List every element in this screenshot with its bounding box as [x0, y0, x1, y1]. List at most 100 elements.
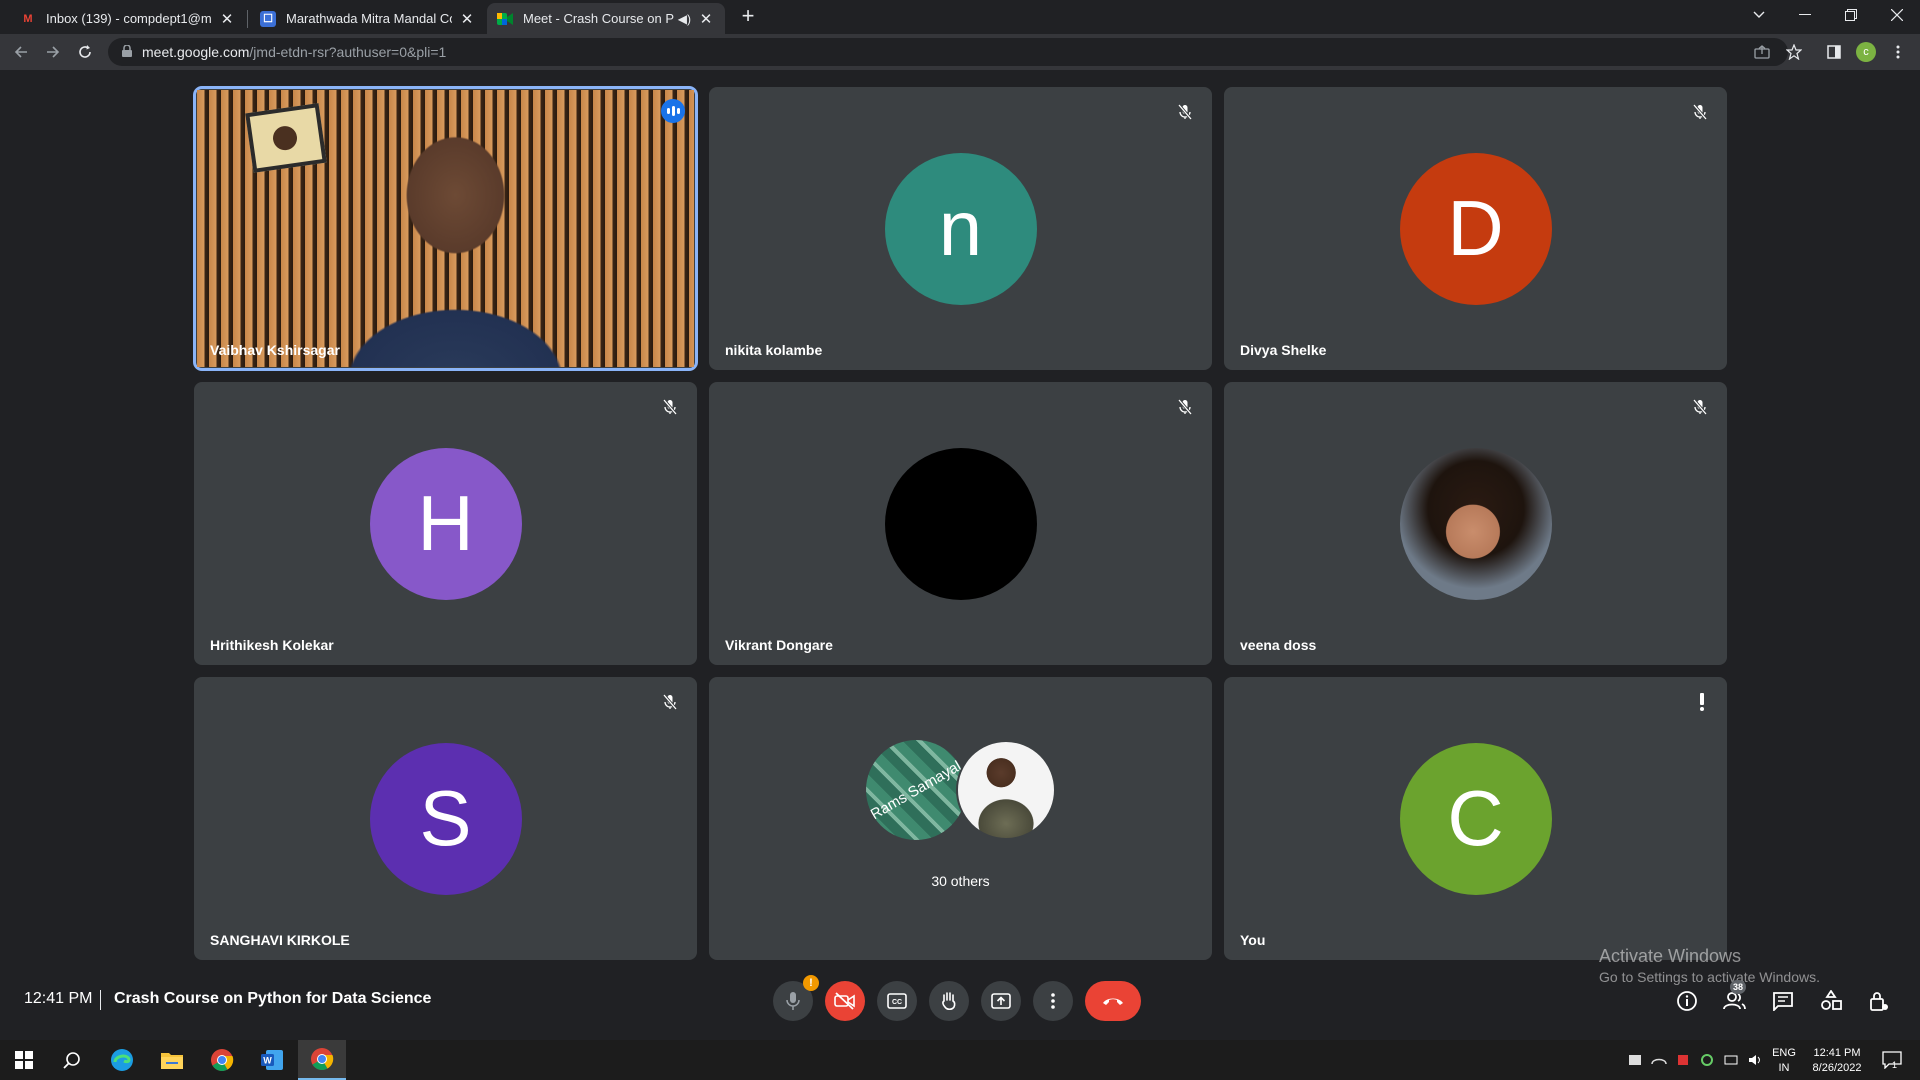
- participant-name: Divya Shelke: [1240, 342, 1327, 358]
- tab-search-icon[interactable]: [1736, 0, 1782, 30]
- language-code: ENG: [1772, 1047, 1796, 1059]
- share-icon[interactable]: [1750, 40, 1774, 64]
- mic-off-icon: [1174, 396, 1196, 418]
- region-code: IN: [1778, 1062, 1790, 1074]
- wall-frame: [245, 103, 327, 173]
- new-tab-button[interactable]: +: [736, 5, 760, 29]
- close-window-button[interactable]: [1874, 0, 1920, 30]
- wifi-icon[interactable]: [1720, 1040, 1742, 1080]
- participant-avatar: n: [884, 152, 1037, 305]
- participant-avatar: S: [369, 742, 522, 895]
- participant-tile[interactable]: n nikita kolambe: [709, 87, 1212, 370]
- speaker-icon[interactable]: ◀): [678, 12, 691, 26]
- close-tab-icon[interactable]: ✕: [697, 10, 715, 28]
- alert-icon[interactable]: [1691, 691, 1713, 713]
- host-controls-button[interactable]: [1864, 986, 1894, 1016]
- tray-app-icon[interactable]: [1624, 1040, 1646, 1080]
- participant-tile[interactable]: D Divya Shelke: [1224, 87, 1727, 370]
- volume-icon[interactable]: [1744, 1040, 1766, 1080]
- system-clock[interactable]: 12:41 PM 8/26/2022: [1802, 1046, 1872, 1076]
- meeting-clock: 12:41 PM: [24, 990, 93, 1007]
- participant-video: [197, 90, 694, 367]
- meet-icon: [497, 11, 513, 27]
- edge-icon[interactable]: [98, 1040, 146, 1080]
- reload-button[interactable]: [73, 40, 97, 64]
- svg-text:CC: CC: [892, 999, 902, 1006]
- meeting-control-bar: 12:41 PM Crash Course on Python for Data…: [0, 970, 1920, 1040]
- forward-button[interactable]: [41, 40, 65, 64]
- tab-title: Marathwada Mitra Mandal Colleg: [286, 11, 452, 26]
- participant-avatar: H: [369, 447, 522, 600]
- speaking-indicator-icon: [661, 99, 685, 123]
- url-bar[interactable]: meet.google.com/jmd-etdn-rsr?authuser=0&…: [108, 38, 1788, 66]
- participant-tile-video[interactable]: Vaibhav Kshirsagar: [193, 86, 698, 371]
- notification-count: 1: [1892, 1060, 1898, 1070]
- participant-avatar: C: [1399, 742, 1552, 895]
- meeting-details-button[interactable]: [1672, 986, 1702, 1016]
- mic-warning-badge: !: [803, 975, 819, 991]
- leave-call-button[interactable]: [1085, 981, 1141, 1021]
- tab-title: Inbox (139) - compdept1@mmcc: [46, 11, 212, 26]
- svg-text:W: W: [263, 1056, 272, 1066]
- chat-button[interactable]: [1768, 986, 1798, 1016]
- participant-name: You: [1240, 932, 1266, 948]
- back-button[interactable]: [9, 40, 33, 64]
- others-thumbnail-1: Rams Samayal: [866, 740, 966, 840]
- url-path: /jmd-etdn-rsr?authuser=0&pli=1: [249, 44, 447, 60]
- participant-name: Hrithikesh Kolekar: [210, 637, 334, 653]
- lock-icon[interactable]: [122, 44, 132, 60]
- profile-avatar[interactable]: c: [1856, 42, 1876, 62]
- tab-gmail-inbox[interactable]: M Inbox (139) - compdept1@mmcc ✕: [10, 3, 246, 34]
- mic-off-icon: [1174, 101, 1196, 123]
- system-time: 12:41 PM: [1813, 1047, 1861, 1059]
- bookmark-star-icon[interactable]: [1782, 40, 1806, 64]
- others-tile[interactable]: Rams Samayal 30 others: [709, 677, 1212, 960]
- participant-name: Vaibhav Kshirsagar: [210, 342, 340, 358]
- start-button[interactable]: [0, 1040, 48, 1080]
- people-button[interactable]: 38: [1720, 980, 1750, 1016]
- camera-off-button[interactable]: [825, 981, 865, 1021]
- mic-off-icon: [659, 691, 681, 713]
- participant-photo-avatar: [1399, 447, 1552, 600]
- close-tab-icon[interactable]: ✕: [458, 10, 476, 28]
- tray-antivirus-icon[interactable]: [1672, 1040, 1694, 1080]
- participant-name: Vikrant Dongare: [725, 637, 833, 653]
- captions-button[interactable]: CC: [877, 981, 917, 1021]
- tab-title: Meet - Crash Course on Pyth: [523, 11, 674, 26]
- participant-tile[interactable]: S SANGHAVI KIRKOLE: [194, 677, 697, 960]
- close-tab-icon[interactable]: ✕: [218, 10, 236, 28]
- side-panel-icon[interactable]: [1822, 40, 1846, 64]
- others-thumbnail-2: [956, 740, 1056, 840]
- notification-center-icon[interactable]: 1: [1872, 1040, 1912, 1080]
- present-screen-button[interactable]: [981, 981, 1021, 1021]
- activities-button[interactable]: [1816, 986, 1846, 1016]
- participant-tile[interactable]: veena doss: [1224, 382, 1727, 665]
- search-icon[interactable]: [48, 1040, 96, 1080]
- watermark-title: Activate Windows: [1599, 946, 1742, 966]
- word-icon[interactable]: W: [248, 1040, 296, 1080]
- participant-name: SANGHAVI KIRKOLE: [210, 932, 350, 948]
- file-explorer-icon[interactable]: [148, 1040, 196, 1080]
- tray-network-drive-icon[interactable]: [1648, 1040, 1670, 1080]
- tab-college-site[interactable]: ☐ Marathwada Mitra Mandal Colleg ✕: [250, 3, 486, 34]
- chrome-active-window-icon[interactable]: [298, 1040, 346, 1080]
- more-options-button[interactable]: [1033, 981, 1073, 1021]
- restore-button[interactable]: [1828, 0, 1874, 30]
- divider: [100, 990, 101, 1010]
- mic-off-icon: [659, 396, 681, 418]
- windows-taskbar: W ENG IN 12:41 PM 8/26/2022 1: [0, 1040, 1920, 1080]
- raise-hand-button[interactable]: [929, 981, 969, 1021]
- chrome-icon[interactable]: [198, 1040, 246, 1080]
- participant-name: nikita kolambe: [725, 342, 823, 358]
- microphone-button[interactable]: !: [773, 975, 819, 1021]
- thumbnail-label: Rams Samayal: [867, 757, 965, 823]
- minimize-button[interactable]: [1782, 0, 1828, 30]
- tray-sync-icon[interactable]: [1696, 1040, 1718, 1080]
- chrome-menu-icon[interactable]: [1886, 40, 1910, 64]
- tab-google-meet[interactable]: Meet - Crash Course on Pyth ◀) ✕: [487, 3, 725, 34]
- language-indicator[interactable]: ENG IN: [1768, 1046, 1800, 1076]
- participant-tile[interactable]: Vikrant Dongare: [709, 382, 1212, 665]
- self-tile[interactable]: C You: [1224, 677, 1727, 960]
- gmail-icon: M: [23, 12, 33, 25]
- participant-tile[interactable]: H Hrithikesh Kolekar: [194, 382, 697, 665]
